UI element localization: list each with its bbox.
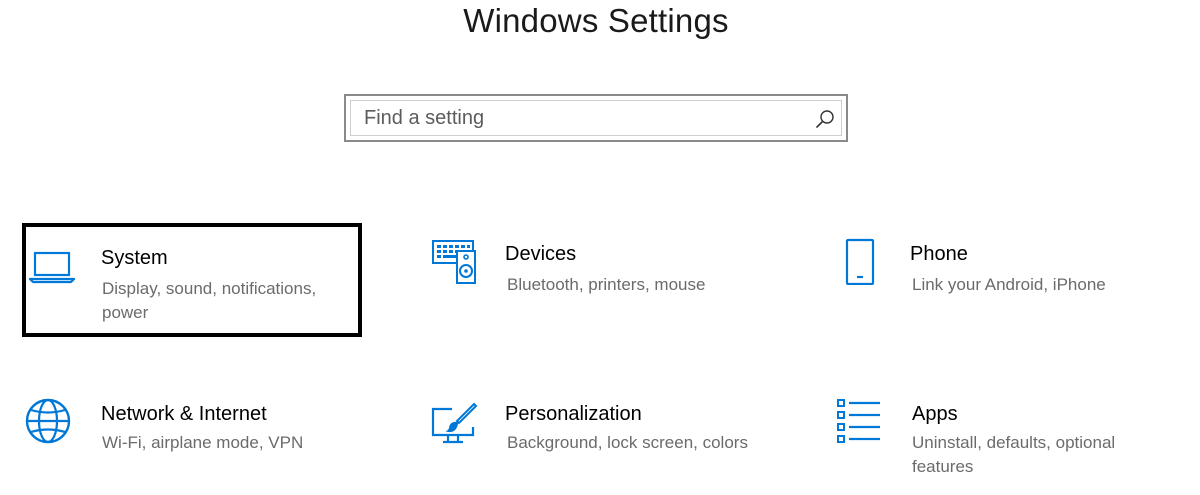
search-icon[interactable]: [814, 108, 836, 130]
keyboard-speaker-icon: [432, 240, 476, 284]
tile-label: Network & Internet: [101, 403, 267, 425]
search-box[interactable]: [344, 94, 848, 142]
search-input[interactable]: [350, 100, 842, 136]
laptop-icon: [28, 251, 76, 284]
tile-system[interactable]: System Display, sound, notifications, po…: [22, 223, 362, 337]
tile-description: Uninstall, defaults, optional features: [912, 433, 1116, 476]
tile-network-internet[interactable]: Network & Internet Wi-Fi, airplane mode,…: [22, 385, 362, 495]
tile-description: Bluetooth, printers, mouse: [507, 275, 706, 294]
globe-icon: [25, 398, 71, 444]
tile-label: Devices: [505, 243, 577, 265]
tile-label: Apps: [912, 403, 958, 425]
paint-brush-icon: [431, 402, 478, 444]
tile-phone[interactable]: Phone Link your Android, iPhone: [832, 227, 1172, 337]
tile-description: Link your Android, iPhone: [912, 275, 1106, 294]
tile-description: Background, lock screen, colors: [507, 433, 748, 452]
tile-personalization[interactable]: Personalization Background, lock screen,…: [426, 385, 766, 495]
page-title: Windows Settings: [463, 2, 729, 39]
tile-label: Phone: [910, 243, 968, 265]
tile-description: Wi-Fi, airplane mode, VPN: [102, 433, 304, 452]
tile-devices[interactable]: Devices Bluetooth, printers, mouse: [426, 227, 766, 337]
tile-description: Display, sound, notifications, power: [102, 279, 317, 322]
tile-label: System: [101, 247, 168, 269]
phone-icon: [845, 238, 875, 285]
tile-label: Personalization: [505, 403, 642, 425]
apps-list-icon: [837, 399, 880, 443]
tile-apps[interactable]: Apps Uninstall, defaults, optional featu…: [832, 385, 1172, 491]
